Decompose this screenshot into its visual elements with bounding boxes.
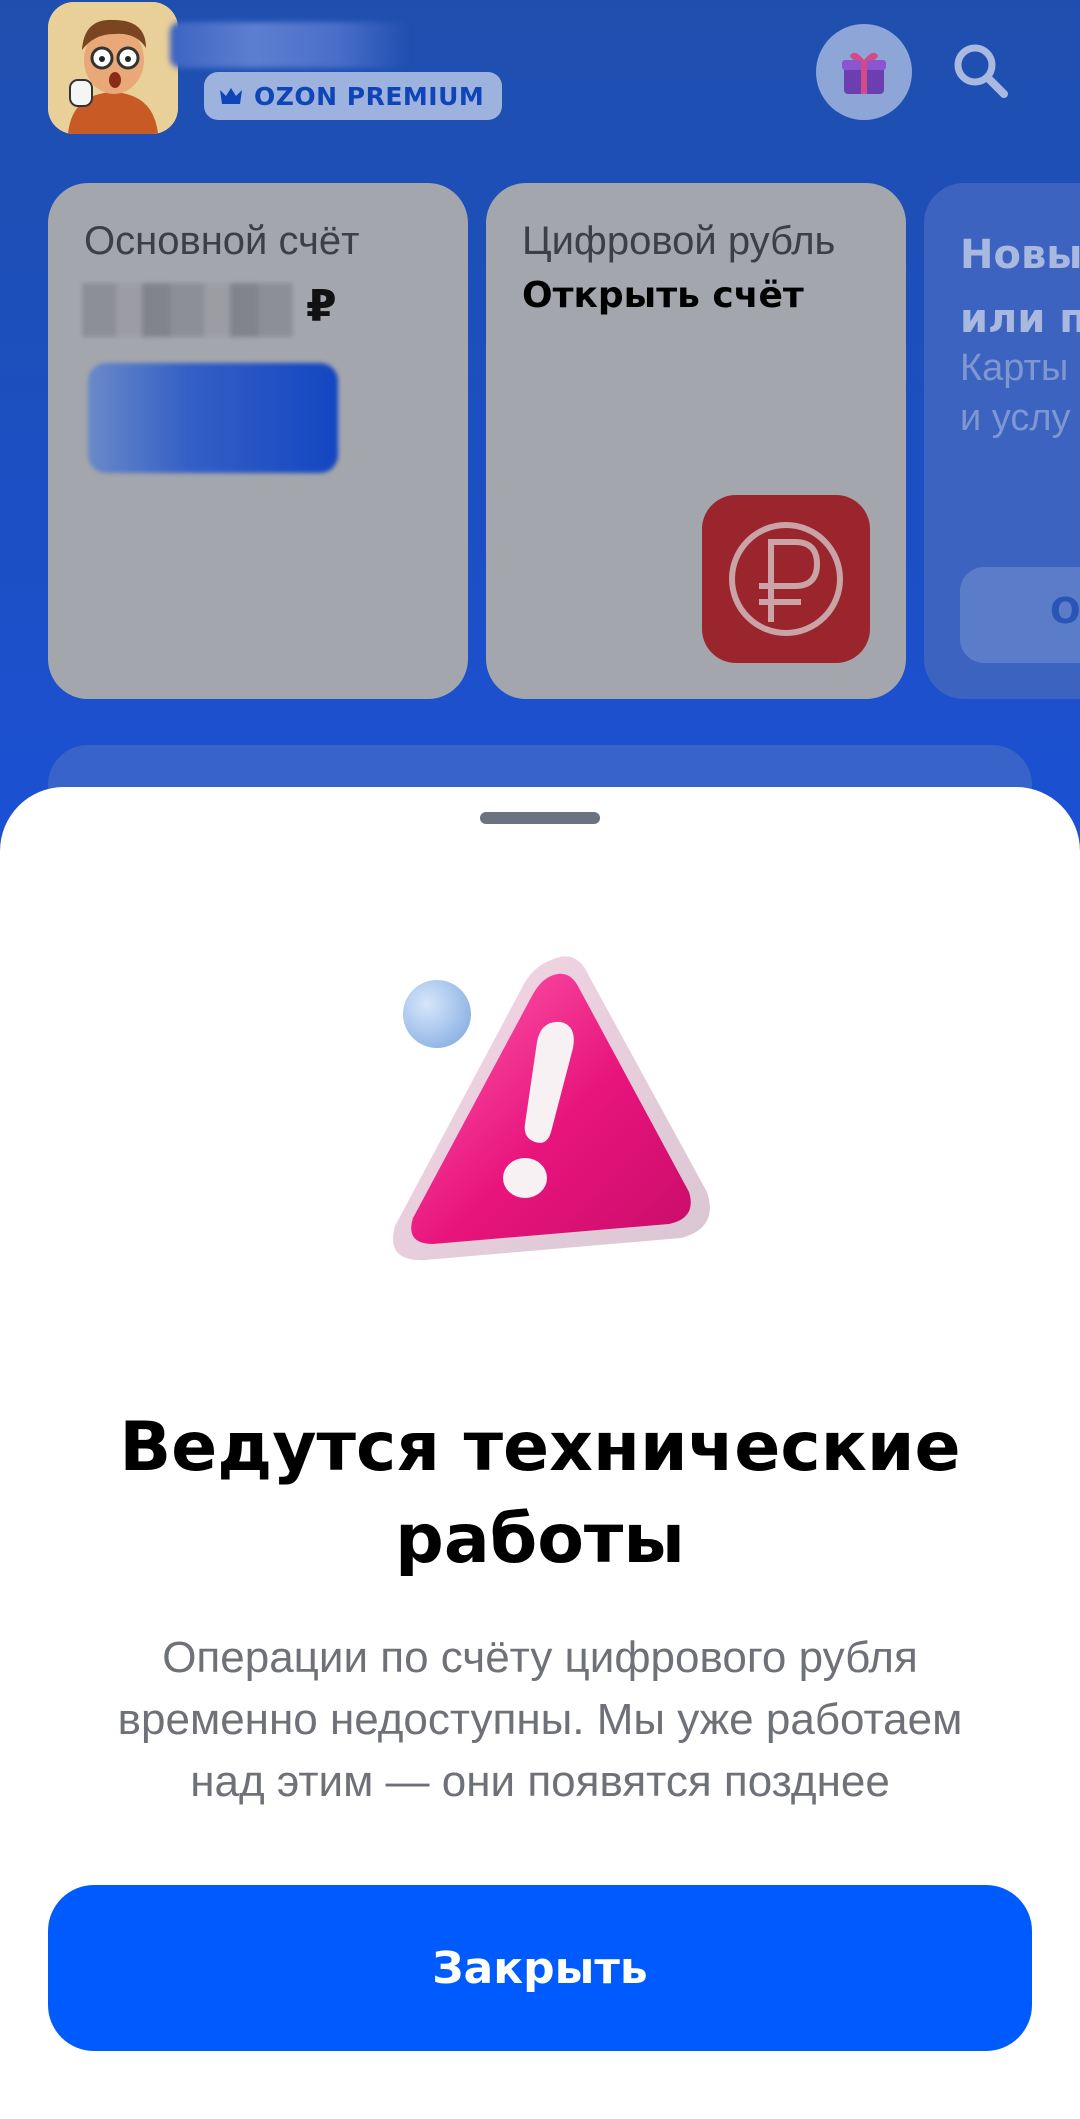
open-account-link[interactable]: Открыть счёт [522, 275, 804, 316]
gift-icon [842, 52, 886, 94]
avatar[interactable] [48, 2, 178, 134]
search-icon [954, 44, 1008, 98]
sheet-title: Ведутся технические работы [119, 1408, 961, 1579]
digital-ruble-card[interactable]: Цифровой рубль Открыть счёт [486, 183, 906, 699]
maintenance-bottom-sheet: Ведутся технические работы Операции по с… [0, 787, 1080, 2119]
digital-ruble-label: Цифровой рубль [522, 219, 836, 263]
gift-button[interactable] [816, 24, 912, 120]
search-button[interactable] [940, 30, 1020, 110]
main-account-card[interactable]: Основной счёт ₽ [48, 183, 468, 699]
new-product-card[interactable]: Новы или п Карты и услу О [924, 183, 1080, 699]
new-product-button[interactable]: О [960, 567, 1080, 663]
new-product-subtitle: Карты и услу [960, 347, 1071, 439]
ruble-currency: ₽ [306, 281, 337, 332]
main-account-label: Основной счёт [84, 219, 360, 263]
username-redacted [170, 22, 410, 68]
redacted-button [88, 363, 338, 473]
app-background: OZON PREMIUM Основной счёт ₽ Цифровой ру… [0, 0, 1080, 900]
avatar-illustration-icon [48, 2, 178, 134]
sheet-description: Операции по счёту цифрового рубля времен… [117, 1633, 963, 1806]
digital-ruble-icon [729, 522, 843, 636]
warning-icon [393, 956, 710, 1261]
crown-icon [220, 88, 242, 104]
premium-badge-label: OZON PREMIUM [254, 81, 485, 111]
balance-redacted [82, 283, 294, 337]
new-product-title: Новы или п [960, 232, 1080, 342]
premium-badge[interactable]: OZON PREMIUM [204, 72, 503, 120]
close-button[interactable]: Закрыть [48, 1885, 1032, 2051]
sheet-grabber[interactable] [480, 812, 600, 824]
digital-ruble-logo [702, 495, 870, 663]
